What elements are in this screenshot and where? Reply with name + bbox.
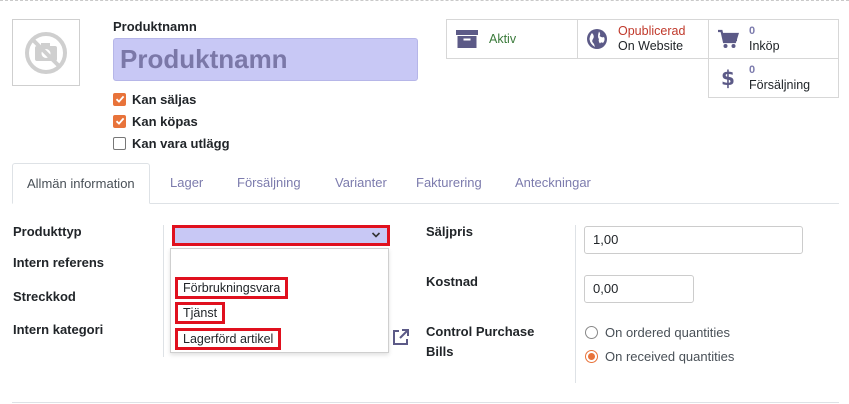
can-be-expensed-row[interactable]: Kan vara utlägg [113,132,230,154]
website-label: On Website [618,39,684,53]
cart-icon [718,29,739,48]
product-name-label: Produktnamn [113,19,197,34]
can-be-purchased-row[interactable]: Kan köpas [113,110,230,132]
no-camera-icon [25,31,67,74]
product-image-placeholder[interactable] [12,19,80,86]
cost-input[interactable]: 0,00 [584,275,694,303]
tab-general-information[interactable]: Allmän information [12,163,150,204]
column-separator [163,225,164,357]
product-name-input[interactable]: Produktnamn [113,38,418,81]
option-consumable[interactable]: Förbrukningsvara [175,277,289,299]
can-be-sold-label: Kan säljas [132,91,197,107]
product-type-select[interactable] [172,225,390,246]
tab-sales[interactable]: Försäljning [237,163,301,204]
internal-reference-label: Intern referens [13,255,105,270]
sold-button[interactable]: $ 0 Försäljning [708,58,839,98]
globe-icon [587,29,607,49]
sales-price-label: Säljpris [426,224,473,239]
active-toggle-button[interactable]: Aktiv [446,19,578,59]
website-status: Opublicerad [618,24,686,38]
purchased-count: 0 [749,25,756,37]
ordered-quantities-radio[interactable] [585,326,598,339]
checkmark-icon [115,117,124,125]
sold-count: 0 [749,64,756,76]
can-be-sold-checkbox[interactable] [113,92,126,106]
bottom-divider [12,402,839,403]
tab-invoicing[interactable]: Fakturering [416,163,482,204]
top-divider [0,0,849,4]
external-link-icon[interactable] [391,327,411,347]
option-service[interactable]: Tjänst [175,302,226,324]
can-be-purchased-checkbox[interactable] [113,114,126,128]
internal-category-label: Intern kategori [13,322,104,337]
website-publish-button[interactable]: Opublicerad On Website [577,19,709,59]
sales-price-input[interactable]: 1,00 [584,226,803,254]
dollar-icon: $ [721,66,735,90]
tab-inventory[interactable]: Lager [170,163,203,204]
can-be-sold-row[interactable]: Kan säljas [113,88,230,110]
active-label: Aktiv [489,31,517,46]
chevron-down-icon [371,232,381,238]
cost-label: Kostnad [426,274,478,289]
received-quantities-label: On received quantities [605,349,735,364]
sold-label: Försäljning [749,78,811,92]
can-be-purchased-label: Kan köpas [132,113,198,129]
can-be-expensed-checkbox[interactable] [113,136,126,150]
option-storable-product[interactable]: Lagerförd artikel [175,328,282,350]
notebook-tabs: Allmän information Lager Försäljning Var… [12,163,839,204]
column-separator [575,225,576,383]
can-be-expensed-label: Kan vara utlägg [132,135,230,151]
product-type-dropdown: Förbrukningsvara Tjänst Lagerförd artike… [170,248,389,353]
product-checkboxes: Kan säljas Kan köpas Kan vara utlägg [113,88,230,154]
barcode-label: Streckkod [13,289,76,304]
svg-text:$: $ [721,66,735,90]
product-type-label: Produkttyp [13,224,82,239]
control-purchase-bills-label: Control Purchase Bills [426,324,535,359]
archive-icon [456,30,478,48]
purchased-button[interactable]: 0 Inköp [708,19,839,59]
received-quantities-radio[interactable] [585,350,598,363]
purchased-label: Inköp [749,39,780,53]
tab-variants[interactable]: Varianter [335,163,387,204]
tab-notes[interactable]: Anteckningar [515,163,591,204]
ordered-quantities-label: On ordered quantities [605,325,731,340]
received-quantities-option[interactable]: On received quantities [585,349,734,364]
checkmark-icon [115,95,124,103]
ordered-quantities-option[interactable]: On ordered quantities [585,325,730,340]
